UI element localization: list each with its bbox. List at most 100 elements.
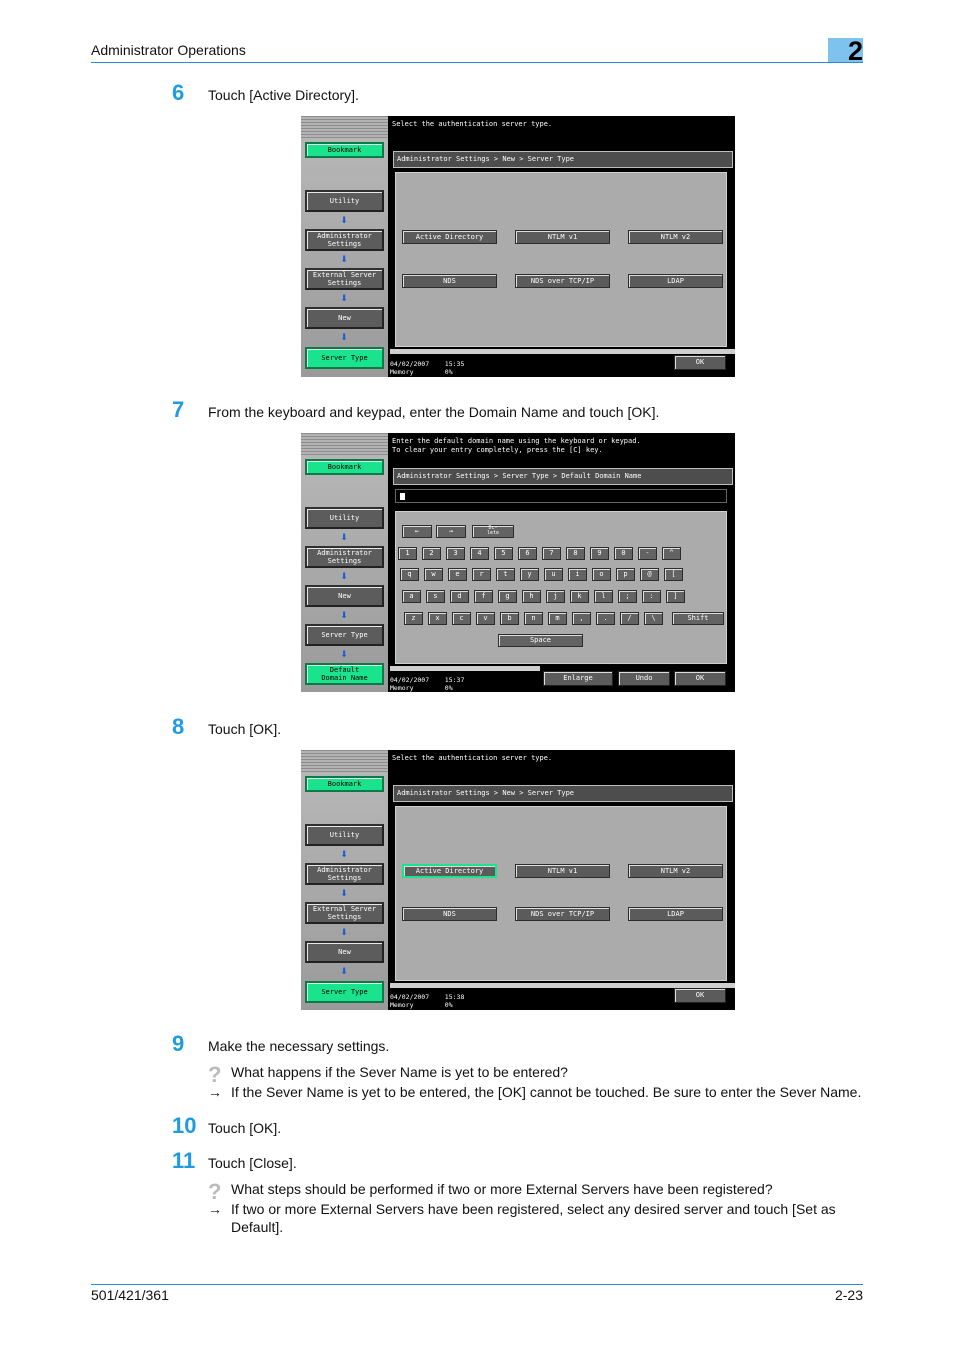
keyboard-key[interactable]: - bbox=[638, 547, 657, 560]
option-active-directory[interactable]: Active Directory bbox=[402, 230, 497, 244]
keyboard-key[interactable]: q bbox=[400, 568, 419, 581]
sidebar-admin-settings[interactable]: Administrator Settings bbox=[305, 546, 384, 568]
keyboard-key[interactable]: : bbox=[642, 590, 661, 603]
keyboard-key[interactable]: w bbox=[424, 568, 443, 581]
right-arrow-key[interactable]: → bbox=[436, 525, 466, 538]
enlarge-button[interactable]: Enlarge bbox=[543, 671, 613, 686]
sidebar-server-type[interactable]: Server Type bbox=[305, 624, 384, 646]
sidebar-utility[interactable]: Utility bbox=[305, 507, 384, 529]
keyboard-key[interactable]: a bbox=[402, 590, 421, 603]
ok-button[interactable]: OK bbox=[674, 355, 726, 370]
undo-button[interactable]: Undo bbox=[618, 671, 670, 686]
keyboard-key[interactable]: o bbox=[592, 568, 611, 581]
sidebar: Bookmark Utility ⬇ Administrator Setting… bbox=[301, 433, 388, 692]
domain-name-input[interactable] bbox=[395, 489, 727, 503]
keyboard-key[interactable]: d bbox=[450, 590, 469, 603]
keyboard-key[interactable]: v bbox=[476, 612, 495, 625]
sidebar-new[interactable]: New bbox=[305, 307, 384, 329]
keyboard-key[interactable]: h bbox=[522, 590, 541, 603]
keyboard-key[interactable]: l bbox=[594, 590, 613, 603]
keyboard-key[interactable]: 2 bbox=[422, 547, 441, 560]
keyboard-key[interactable]: 7 bbox=[542, 547, 561, 560]
bookmark-button[interactable]: Bookmark bbox=[305, 459, 384, 475]
keyboard-key[interactable]: r bbox=[472, 568, 491, 581]
keyboard-key[interactable]: 6 bbox=[518, 547, 537, 560]
sidebar-utility[interactable]: Utility bbox=[305, 190, 384, 212]
keyboard-key[interactable]: ] bbox=[666, 590, 685, 603]
answer-arrow-icon: → bbox=[208, 1201, 222, 1217]
option-nds-tcpip[interactable]: NDS over TCP/IP bbox=[515, 274, 610, 288]
keyboard-key[interactable]: c bbox=[452, 612, 471, 625]
sidebar-admin-settings[interactable]: Administrator Settings bbox=[305, 229, 384, 251]
keyboard-key[interactable]: ; bbox=[618, 590, 637, 603]
keyboard-key[interactable]: @ bbox=[640, 568, 659, 581]
option-ldap[interactable]: LDAP bbox=[628, 274, 723, 288]
arrow-down-icon: ⬇ bbox=[340, 333, 348, 343]
sidebar-external-server[interactable]: External Server Settings bbox=[305, 902, 384, 924]
keyboard-key[interactable]: z bbox=[404, 612, 423, 625]
keyboard-key[interactable]: y bbox=[520, 568, 539, 581]
sidebar-utility[interactable]: Utility bbox=[305, 824, 384, 846]
keyboard-key[interactable]: [ bbox=[664, 568, 683, 581]
keyboard-key[interactable]: , bbox=[572, 612, 591, 625]
step-text: Touch [Active Directory]. bbox=[208, 87, 359, 103]
keyboard-key[interactable]: x bbox=[428, 612, 447, 625]
keyboard-key[interactable]: . bbox=[596, 612, 615, 625]
bookmark-button[interactable]: Bookmark bbox=[305, 142, 384, 158]
keyboard-key[interactable]: g bbox=[498, 590, 517, 603]
keyboard-key[interactable]: p bbox=[616, 568, 635, 581]
option-nds[interactable]: NDS bbox=[402, 274, 497, 288]
sidebar-server-type[interactable]: Server Type bbox=[305, 347, 384, 369]
option-nds-tcpip[interactable]: NDS over TCP/IP bbox=[515, 907, 610, 921]
keyboard-key[interactable]: f bbox=[474, 590, 493, 603]
sidebar-admin-settings[interactable]: Administrator Settings bbox=[305, 863, 384, 885]
keyboard-key[interactable]: i bbox=[568, 568, 587, 581]
step-number: 8 bbox=[172, 714, 185, 739]
option-active-directory-selected[interactable]: Active Directory bbox=[402, 864, 497, 878]
keyboard-key[interactable]: t bbox=[496, 568, 515, 581]
arrow-down-icon: ⬇ bbox=[340, 216, 348, 226]
breadcrumb: Administrator Settings > Server Type > D… bbox=[393, 468, 733, 485]
keyboard-key[interactable]: 0 bbox=[614, 547, 633, 560]
option-ntlm-v1[interactable]: NTLM v1 bbox=[515, 864, 610, 878]
sidebar-default-domain[interactable]: Default Domain Name bbox=[305, 663, 384, 685]
space-key[interactable]: Space bbox=[498, 634, 583, 647]
keyboard-key[interactable]: n bbox=[524, 612, 543, 625]
keyboard-key[interactable]: 9 bbox=[590, 547, 609, 560]
option-nds[interactable]: NDS bbox=[402, 907, 497, 921]
keyboard-key[interactable]: / bbox=[620, 612, 639, 625]
keyboard-key[interactable]: 1 bbox=[398, 547, 417, 560]
keyboard-key[interactable]: \ bbox=[644, 612, 663, 625]
delete-key[interactable]: Dc- lete bbox=[472, 525, 514, 538]
keyboard-key[interactable]: b bbox=[500, 612, 519, 625]
status-datetime: 04/02/2007 15:35 bbox=[390, 360, 465, 368]
sidebar: Bookmark Utility ⬇ Administrator Setting… bbox=[301, 116, 388, 377]
sidebar-external-server[interactable]: External Server Settings bbox=[305, 268, 384, 290]
sidebar-server-type[interactable]: Server Type bbox=[305, 981, 384, 1003]
keyboard-key[interactable]: 3 bbox=[446, 547, 465, 560]
step-number: 11 bbox=[172, 1148, 196, 1173]
option-ntlm-v2[interactable]: NTLM v2 bbox=[628, 230, 723, 244]
keyboard-key[interactable]: e bbox=[448, 568, 467, 581]
bookmark-button[interactable]: Bookmark bbox=[305, 776, 384, 792]
left-arrow-key[interactable]: ← bbox=[402, 525, 432, 538]
keyboard-key[interactable]: 4 bbox=[470, 547, 489, 560]
option-ntlm-v1[interactable]: NTLM v1 bbox=[515, 230, 610, 244]
keyboard-key[interactable]: m bbox=[548, 612, 567, 625]
sidebar-new[interactable]: New bbox=[305, 941, 384, 963]
shift-key[interactable]: Shift bbox=[672, 612, 724, 625]
sidebar-new[interactable]: New bbox=[305, 585, 384, 607]
ok-button[interactable]: OK bbox=[674, 671, 726, 686]
status-datetime: 04/02/2007 15:37 bbox=[390, 676, 465, 684]
arrow-down-icon: ⬇ bbox=[340, 294, 348, 304]
option-ntlm-v2[interactable]: NTLM v2 bbox=[628, 864, 723, 878]
ok-button[interactable]: OK bbox=[674, 988, 726, 1003]
keyboard-key[interactable]: 8 bbox=[566, 547, 585, 560]
keyboard-key[interactable]: k bbox=[570, 590, 589, 603]
option-ldap[interactable]: LDAP bbox=[628, 907, 723, 921]
keyboard-key[interactable]: j bbox=[546, 590, 565, 603]
keyboard-key[interactable]: ^ bbox=[662, 547, 681, 560]
keyboard-key[interactable]: 5 bbox=[494, 547, 513, 560]
keyboard-key[interactable]: s bbox=[426, 590, 445, 603]
keyboard-key[interactable]: u bbox=[544, 568, 563, 581]
